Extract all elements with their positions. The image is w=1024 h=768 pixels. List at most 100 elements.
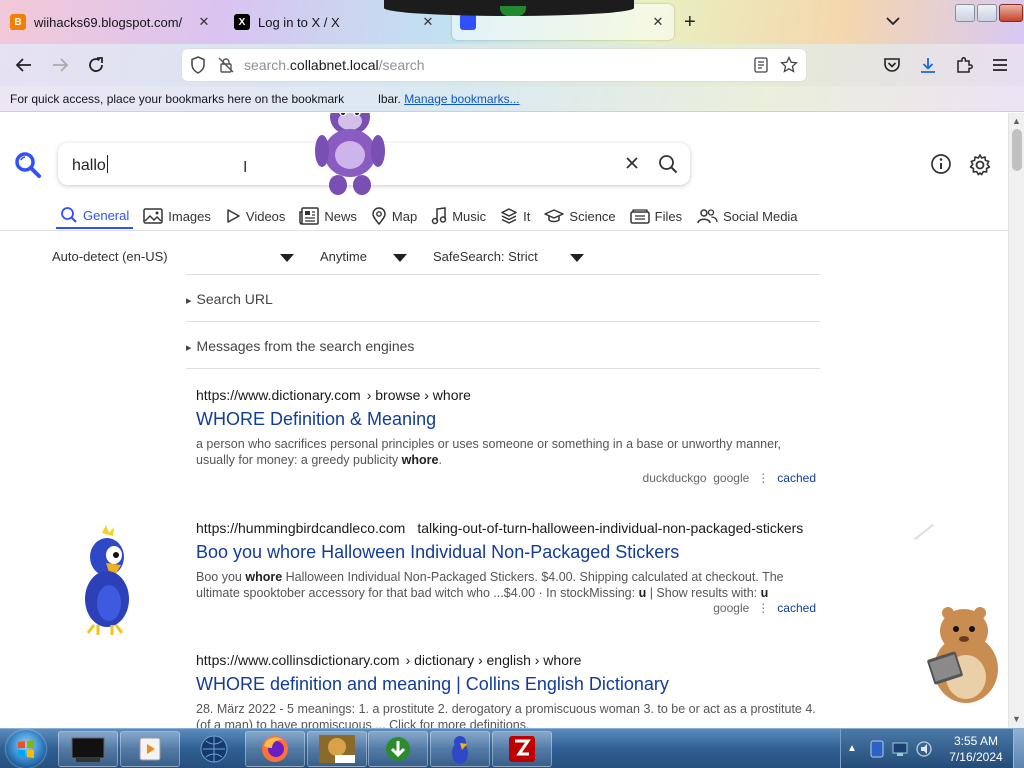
download-manager-icon: [386, 737, 410, 761]
info-icon[interactable]: [930, 153, 952, 178]
reader-view-icon[interactable]: [754, 57, 768, 76]
result-engines: google ⋮ cached: [196, 601, 816, 615]
close-tab-icon[interactable]: ✕: [196, 14, 212, 30]
tab-title: wiihacks69.blogspot.com/: [34, 14, 183, 30]
bookmarks-toolbar: For quick access, place your bookmarks h…: [0, 86, 1024, 112]
insecure-lock-icon[interactable]: [218, 57, 234, 76]
pocket-icon[interactable]: [881, 54, 903, 76]
forward-button[interactable]: [49, 54, 71, 76]
download-icon[interactable]: [917, 54, 939, 76]
parrot-character[interactable]: [76, 525, 138, 637]
show-desktop-button[interactable]: [1013, 729, 1024, 768]
result-title-link[interactable]: WHORE Definition & Meaning: [196, 409, 816, 430]
taskbar-globe[interactable]: [184, 731, 244, 767]
search-url-section[interactable]: Search URL: [186, 274, 820, 320]
tab-social-media[interactable]: Social Media: [692, 203, 801, 229]
cached-link[interactable]: cached: [777, 601, 816, 615]
taskbar-filezilla[interactable]: [492, 731, 552, 767]
minimize-button[interactable]: [955, 4, 975, 22]
search-url-toggle[interactable]: Search URL: [186, 291, 273, 307]
url-text[interactable]: search.collabnet.local/search: [244, 57, 425, 73]
result-url[interactable]: https://hummingbirdcandleco.com talking-o…: [196, 520, 816, 536]
menu-hamburger-icon[interactable]: [989, 54, 1011, 76]
bookmark-star-icon[interactable]: [780, 55, 798, 77]
engine-messages-section[interactable]: Messages from the search engines: [186, 321, 820, 367]
tab-videos[interactable]: Videos: [221, 203, 290, 229]
clear-search-icon[interactable]: [624, 155, 640, 174]
parrot-icon: [452, 736, 468, 764]
close-tab-icon[interactable]: ✕: [650, 14, 666, 30]
taskbar-desktop-app[interactable]: [58, 731, 118, 767]
tab-images[interactable]: Images: [139, 203, 215, 229]
url-bar[interactable]: search.collabnet.local/search: [182, 49, 806, 81]
result-path: › dictionary › english › whore: [405, 652, 582, 668]
taskbar-clock[interactable]: 3:55 AM 7/16/2024: [945, 733, 1007, 765]
more-options-icon[interactable]: ⋮: [757, 471, 769, 485]
tab-wiihacks[interactable]: B wiihacks69.blogspot.com/ ✕: [2, 4, 220, 40]
scroll-up-icon[interactable]: ▲: [1012, 116, 1021, 126]
snippet-highlight: u: [760, 586, 769, 600]
tray-app-icon[interactable]: [869, 740, 885, 761]
searxng-logo-icon[interactable]: [14, 151, 42, 182]
taskbar-download-manager[interactable]: [368, 731, 428, 767]
tab-music[interactable]: Music: [427, 203, 490, 229]
search-input[interactable]: hallo: [72, 155, 108, 175]
volume-icon[interactable]: [916, 740, 932, 761]
safesearch-select[interactable]: SafeSearch: Strict: [433, 249, 538, 264]
cached-link[interactable]: cached: [777, 471, 816, 485]
close-window-button[interactable]: [999, 4, 1023, 22]
bonzi-buddy-icon: [319, 735, 355, 763]
start-button[interactable]: [6, 730, 46, 768]
tab-it[interactable]: It: [496, 203, 534, 229]
taskbar-parrot[interactable]: [430, 731, 490, 767]
result-path: talking-out-of-turn-halloween-individual…: [417, 520, 804, 536]
tab-map[interactable]: Map: [367, 203, 421, 229]
tab-general[interactable]: General: [56, 203, 134, 229]
show-hidden-icons[interactable]: ▲: [847, 743, 857, 754]
network-icon[interactable]: [892, 741, 908, 760]
extensions-puzzle-icon[interactable]: [953, 54, 975, 76]
tab-files[interactable]: Files: [626, 203, 686, 229]
hamster-character[interactable]: [918, 603, 1004, 707]
category-tabs: General Images Videos News Map Music It: [56, 203, 808, 231]
result-url[interactable]: https://www.collinsdictionary.com › dicti…: [196, 652, 816, 668]
restore-button[interactable]: [977, 4, 997, 22]
scroll-down-icon[interactable]: ▼: [1012, 714, 1021, 724]
reload-button[interactable]: [85, 54, 107, 76]
result-host: https://www.collinsdictionary.com: [196, 652, 400, 668]
language-select[interactable]: Auto-detect (en-US): [52, 249, 168, 264]
shield-icon[interactable]: [190, 56, 206, 77]
result-title-link[interactable]: WHORE definition and meaning | Collins E…: [196, 674, 816, 695]
engine-name: google: [713, 601, 750, 615]
language-dropdown-icon[interactable]: [280, 254, 294, 262]
result-url[interactable]: https://www.dictionary.com › browse › who…: [196, 387, 816, 403]
time-dropdown-icon[interactable]: [393, 254, 407, 262]
tab-title: Log in to X / X: [258, 14, 340, 30]
files-icon: [629, 209, 650, 224]
bonzi-buddy-character[interactable]: [310, 113, 392, 197]
taskbar-firefox[interactable]: [245, 731, 305, 767]
taskbar-bonzi-buddy[interactable]: [307, 731, 367, 767]
back-button[interactable]: [13, 54, 35, 76]
page-scrollbar[interactable]: ▲ ▼: [1008, 113, 1024, 728]
scrollbar-thumb[interactable]: [1012, 129, 1022, 171]
tab-label: General: [83, 207, 130, 223]
map-pin-icon: [372, 207, 386, 225]
gear-icon[interactable]: [968, 153, 992, 180]
people-icon: [697, 209, 718, 224]
close-tab-icon[interactable]: ✕: [420, 14, 436, 30]
manage-bookmarks-link[interactable]: Manage bookmarks...: [404, 92, 519, 106]
tab-science[interactable]: Science: [540, 203, 619, 229]
more-options-icon[interactable]: ⋮: [757, 601, 769, 615]
safesearch-dropdown-icon[interactable]: [570, 254, 584, 262]
time-range-select[interactable]: Anytime: [320, 249, 367, 264]
taskbar-media-player[interactable]: [120, 731, 180, 767]
engine-messages-toggle[interactable]: Messages from the search engines: [186, 338, 415, 354]
result-item: https://www.collinsdictionary.com › dicti…: [196, 652, 816, 728]
result-title-link[interactable]: Boo you whore Halloween Individual Non-P…: [196, 542, 816, 563]
chevron-down-icon[interactable]: [886, 14, 900, 29]
cursor-trail: [913, 523, 935, 541]
new-tab-button[interactable]: +: [684, 12, 696, 32]
tab-news[interactable]: News: [295, 203, 361, 229]
search-submit-icon[interactable]: [658, 154, 678, 177]
